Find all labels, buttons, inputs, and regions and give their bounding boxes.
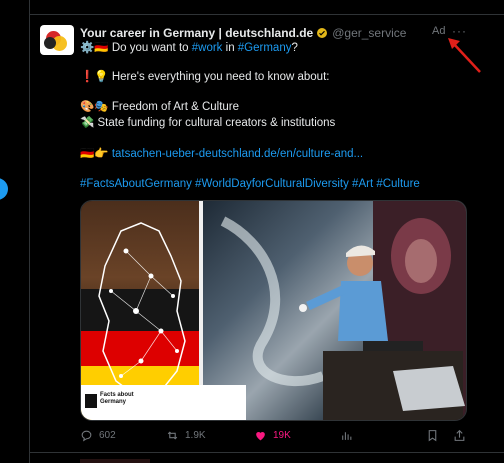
tweet-hashtags[interactable]: #FactsAboutGermany #WorldDayforCulturalD… xyxy=(80,177,420,191)
share-icon xyxy=(454,429,465,441)
tweet-media[interactable]: Facts about Germany xyxy=(80,200,467,421)
tweet-line-1: ⚙️🇩🇪 Do you want to #work in #Germany? xyxy=(80,42,298,54)
analytics-icon xyxy=(342,432,352,440)
like-count: 19K xyxy=(273,430,291,441)
next-tweet-partial xyxy=(80,459,150,463)
share-button[interactable] xyxy=(453,429,466,442)
like-icon xyxy=(256,431,265,441)
tweet-line-4: 💸 State funding for cultural creators & … xyxy=(80,117,336,129)
hashtag-work[interactable]: #work xyxy=(192,42,223,54)
author-name[interactable]: Your career in Germany | deutschland.de xyxy=(80,26,313,40)
annotation-arrow-icon xyxy=(448,38,481,73)
author-handle[interactable]: @ger_service xyxy=(332,26,406,40)
retweet-button[interactable]: 1.9K xyxy=(166,429,206,442)
retweet-icon xyxy=(167,431,178,440)
tweet-line-2: ❗💡 Here's everything you need to know ab… xyxy=(80,71,330,83)
tweet-header: Your career in Germany | deutschland.de … xyxy=(80,25,406,41)
reply-count: 602 xyxy=(99,430,116,441)
tweet-top-divider xyxy=(30,14,504,15)
like-button[interactable]: 19K xyxy=(254,429,291,442)
external-link[interactable]: tatsachen-ueber-deutschland.de/en/cultur… xyxy=(112,148,363,160)
bookmark-button[interactable] xyxy=(426,429,439,442)
retweet-count: 1.9K xyxy=(185,430,206,441)
tweet-bottom-divider xyxy=(30,452,504,453)
tweet-actions: 602 1.9K 19K xyxy=(80,429,470,445)
reply-button[interactable]: 602 xyxy=(80,429,116,442)
sidebar-button-partial[interactable] xyxy=(0,178,8,200)
timeline-border xyxy=(29,0,30,463)
reply-icon xyxy=(81,430,92,442)
avatar[interactable] xyxy=(40,25,74,55)
analytics-button[interactable] xyxy=(340,429,353,442)
hashtag-germany[interactable]: #Germany xyxy=(238,42,292,54)
tweet-line-5: 🇩🇪👉 tatsachen-ueber-deutschland.de/en/cu… xyxy=(80,148,364,160)
facts-about-germany-badge: Facts about Germany xyxy=(81,385,246,420)
bookmark-icon xyxy=(428,430,437,442)
tweet-line-3: 🎨🎭 Freedom of Art & Culture xyxy=(80,101,240,113)
verified-badge-icon xyxy=(317,28,328,38)
